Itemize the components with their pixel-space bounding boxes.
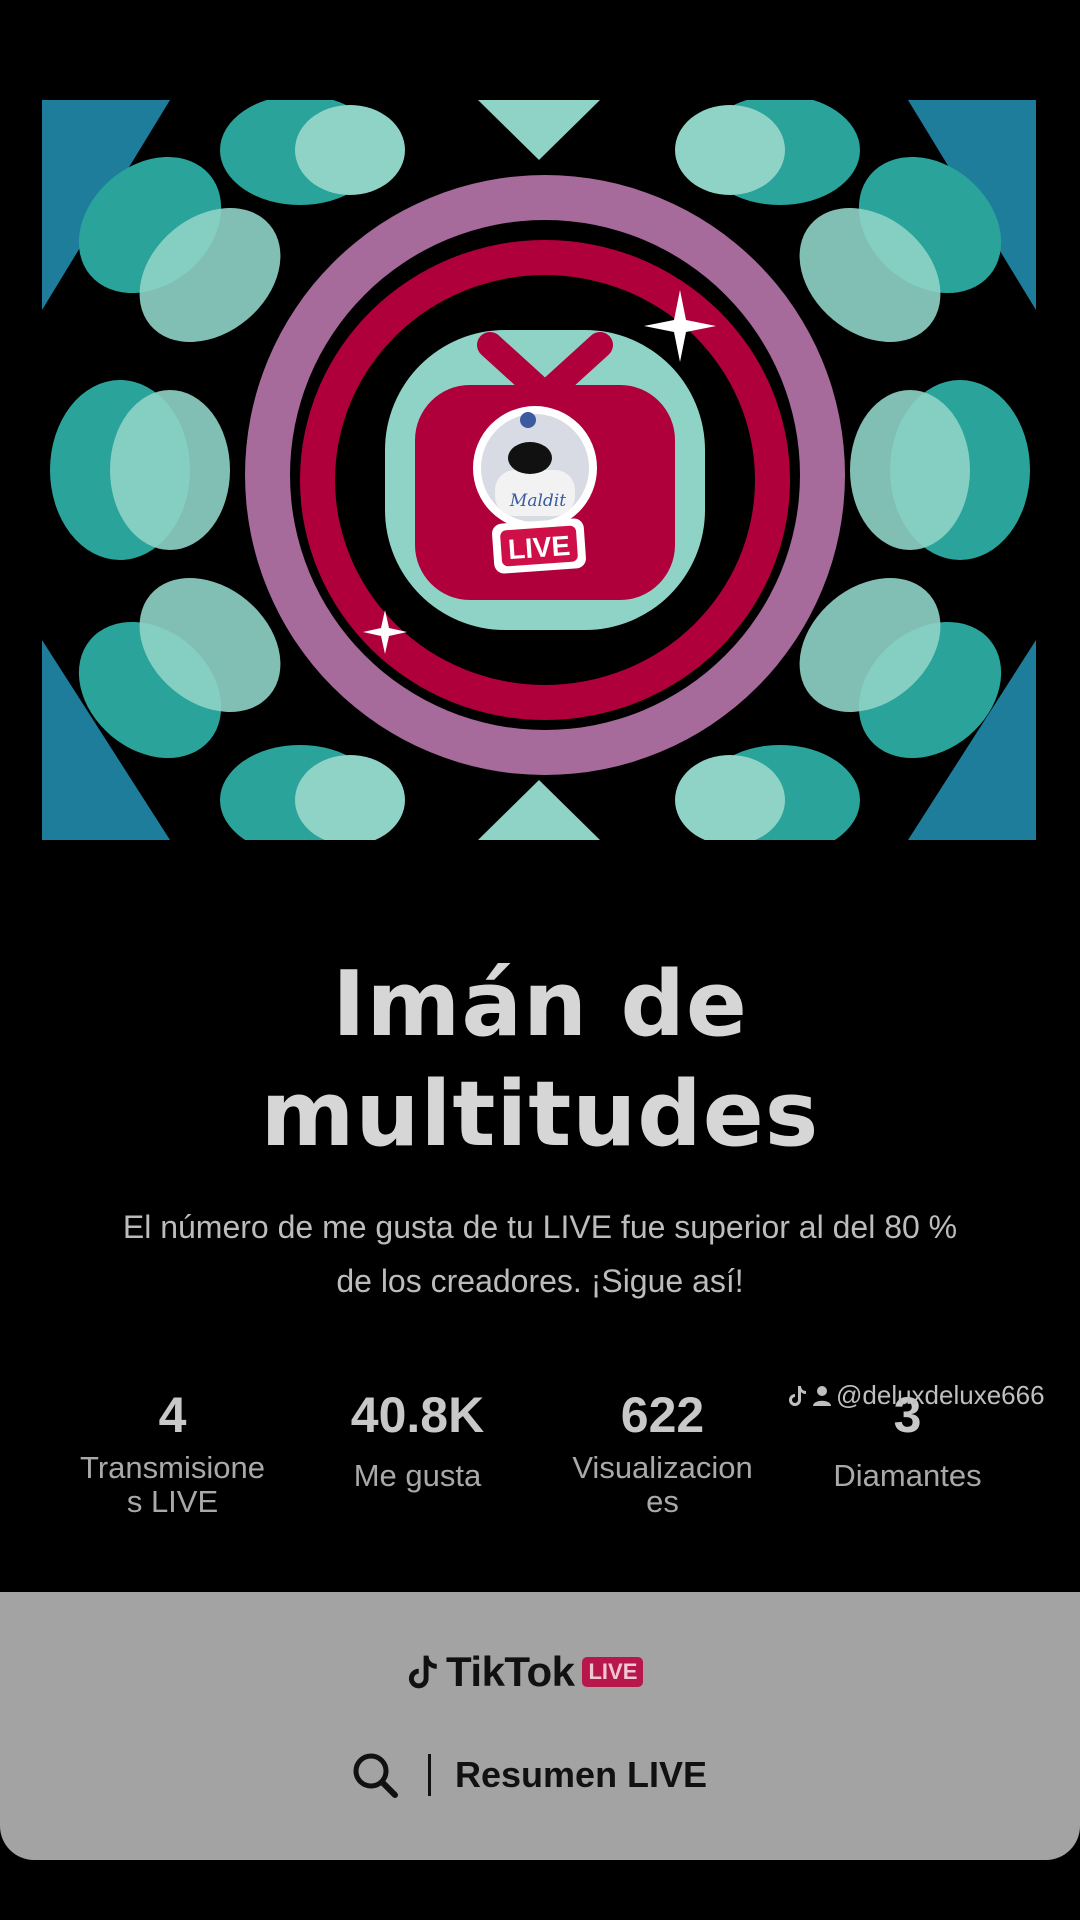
stat-value: 4 bbox=[158, 1387, 187, 1443]
stat-label-line: s LIVE bbox=[126, 1484, 219, 1519]
stat-views: 622 Visualizacion es bbox=[540, 1385, 785, 1519]
search-icon[interactable] bbox=[350, 1750, 400, 1800]
achievement-illustration: Maldit LIVE bbox=[42, 100, 1036, 840]
brand-name: TikTok bbox=[446, 1648, 575, 1695]
live-badge-label: LIVE bbox=[507, 530, 571, 565]
stat-label-line: Visualizacion bbox=[572, 1450, 753, 1485]
svg-text:Maldit: Maldit bbox=[509, 491, 566, 511]
description-line: de los creadores. ¡Sigue así! bbox=[336, 1263, 744, 1299]
heart-motif bbox=[850, 380, 1030, 560]
stat-label: Me gusta bbox=[295, 1459, 540, 1493]
live-summary-search[interactable]: Resumen LIVE bbox=[350, 1745, 707, 1805]
stat-label-line: es bbox=[646, 1484, 679, 1519]
description-line: El número de me gusta de tu LIVE fue sup… bbox=[122, 1209, 958, 1245]
user-icon bbox=[813, 1385, 831, 1406]
stat-live-streams: 4 Transmisione s LIVE bbox=[50, 1385, 295, 1519]
stat-label: Visualizacion es bbox=[540, 1451, 785, 1519]
divider bbox=[428, 1754, 431, 1796]
tiktok-logo-icon bbox=[408, 1655, 437, 1689]
stat-value: 40.8K bbox=[350, 1387, 485, 1443]
stat-label-line: Me gusta bbox=[353, 1458, 482, 1493]
brand-live-badge: LIVE bbox=[582, 1657, 644, 1687]
summary-label: Resumen LIVE bbox=[455, 1754, 708, 1795]
footer-panel bbox=[0, 1592, 1080, 1860]
tiktok-live-logo: TikTok LIVE bbox=[404, 1648, 644, 1695]
stat-label-line: Diamantes bbox=[833, 1458, 982, 1493]
tiktok-note-icon bbox=[789, 1385, 806, 1406]
stat-value: 622 bbox=[620, 1387, 705, 1443]
title-line: multitudes bbox=[260, 1062, 820, 1167]
heart-motif bbox=[50, 380, 230, 560]
stat-label: Diamantes bbox=[785, 1459, 1030, 1493]
stat-label: Transmisione s LIVE bbox=[50, 1451, 295, 1519]
watermark-handle: @deluxdeluxe666 bbox=[836, 1380, 1045, 1410]
stat-likes: 40.8K Me gusta bbox=[295, 1385, 540, 1519]
tiktok-watermark: @deluxdeluxe666 bbox=[786, 1380, 1045, 1411]
title-line: Imán de bbox=[332, 952, 748, 1057]
achievement-description: El número de me gusta de tu LIVE fue sup… bbox=[40, 1200, 1040, 1308]
achievement-title: Imán de multitudes bbox=[60, 950, 1020, 1170]
stat-label-line: Transmisione bbox=[80, 1450, 265, 1485]
